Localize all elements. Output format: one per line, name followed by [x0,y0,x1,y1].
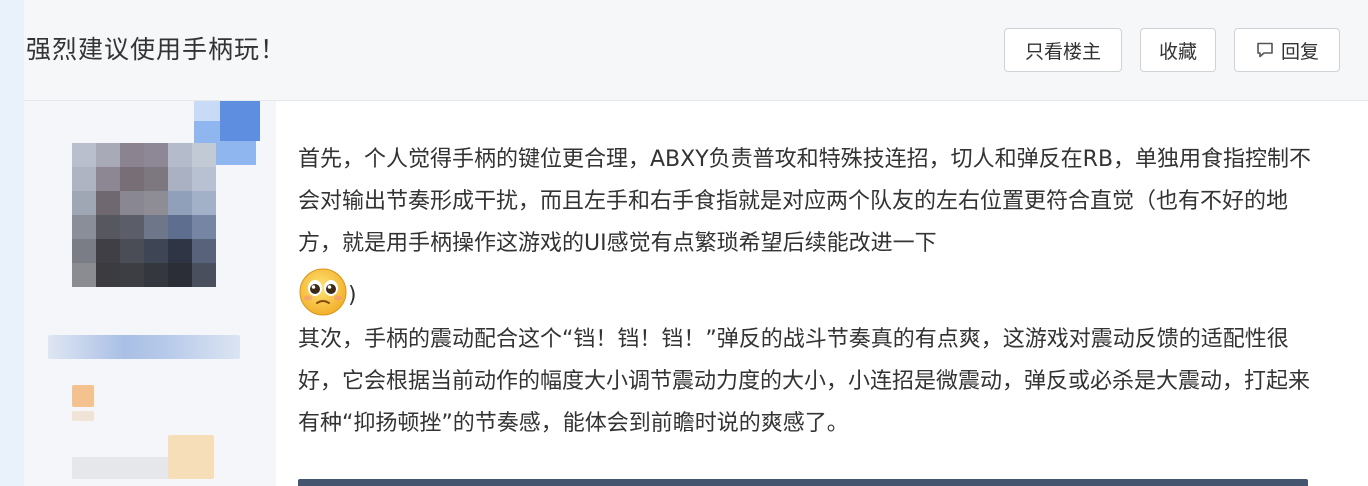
author-info-blur [72,411,94,421]
author-column [24,101,276,486]
author-level-badge [72,385,94,407]
reply-label: 回复 [1280,40,1319,63]
left-edge-strip [0,0,24,486]
post-content: 首先，个人觉得手柄的键位更合理，ABXY负责普攻和特殊技连招，切人和弹反在RB，… [298,139,1318,445]
author-stats-blur [72,457,172,479]
post-paragraph-1-end: ) [348,283,357,308]
reply-bubble-icon [1257,42,1273,58]
only-op-label: 只看楼主 [1024,40,1101,63]
post-paragraph-2: 其次，手柄的震动配合这个“铛！铛！铛！”弹反的战斗节奏真的有点爽，这游戏对震动反… [298,327,1311,436]
avatar[interactable] [72,143,216,287]
thread-header: 强烈建议使用手柄玩！ 只看楼主 收藏 回复 [24,0,1368,101]
favorite-label: 收藏 [1158,40,1197,63]
reply-button[interactable]: 回复 [1234,28,1340,72]
author-badge-blur [168,435,214,479]
favorite-button[interactable]: 收藏 [1140,28,1216,72]
author-decoration-light [194,101,220,121]
thread-title: 强烈建议使用手柄玩！ [26,35,287,64]
only-op-button[interactable]: 只看楼主 [1004,28,1122,72]
post-image-preview[interactable] [298,479,1308,486]
post-paragraph-1: 首先，个人觉得手柄的键位更合理，ABXY负责普攻和特殊技连招，切人和弹反在RB，… [298,139,1318,319]
author-decoration-dark [220,101,260,141]
post-paragraph-1-text: 首先，个人觉得手柄的键位更合理，ABXY负责普攻和特殊技连招，切人和弹反在RB，… [298,147,1312,256]
author-username[interactable] [48,335,240,359]
pleading-face-emoji-icon [299,268,347,316]
